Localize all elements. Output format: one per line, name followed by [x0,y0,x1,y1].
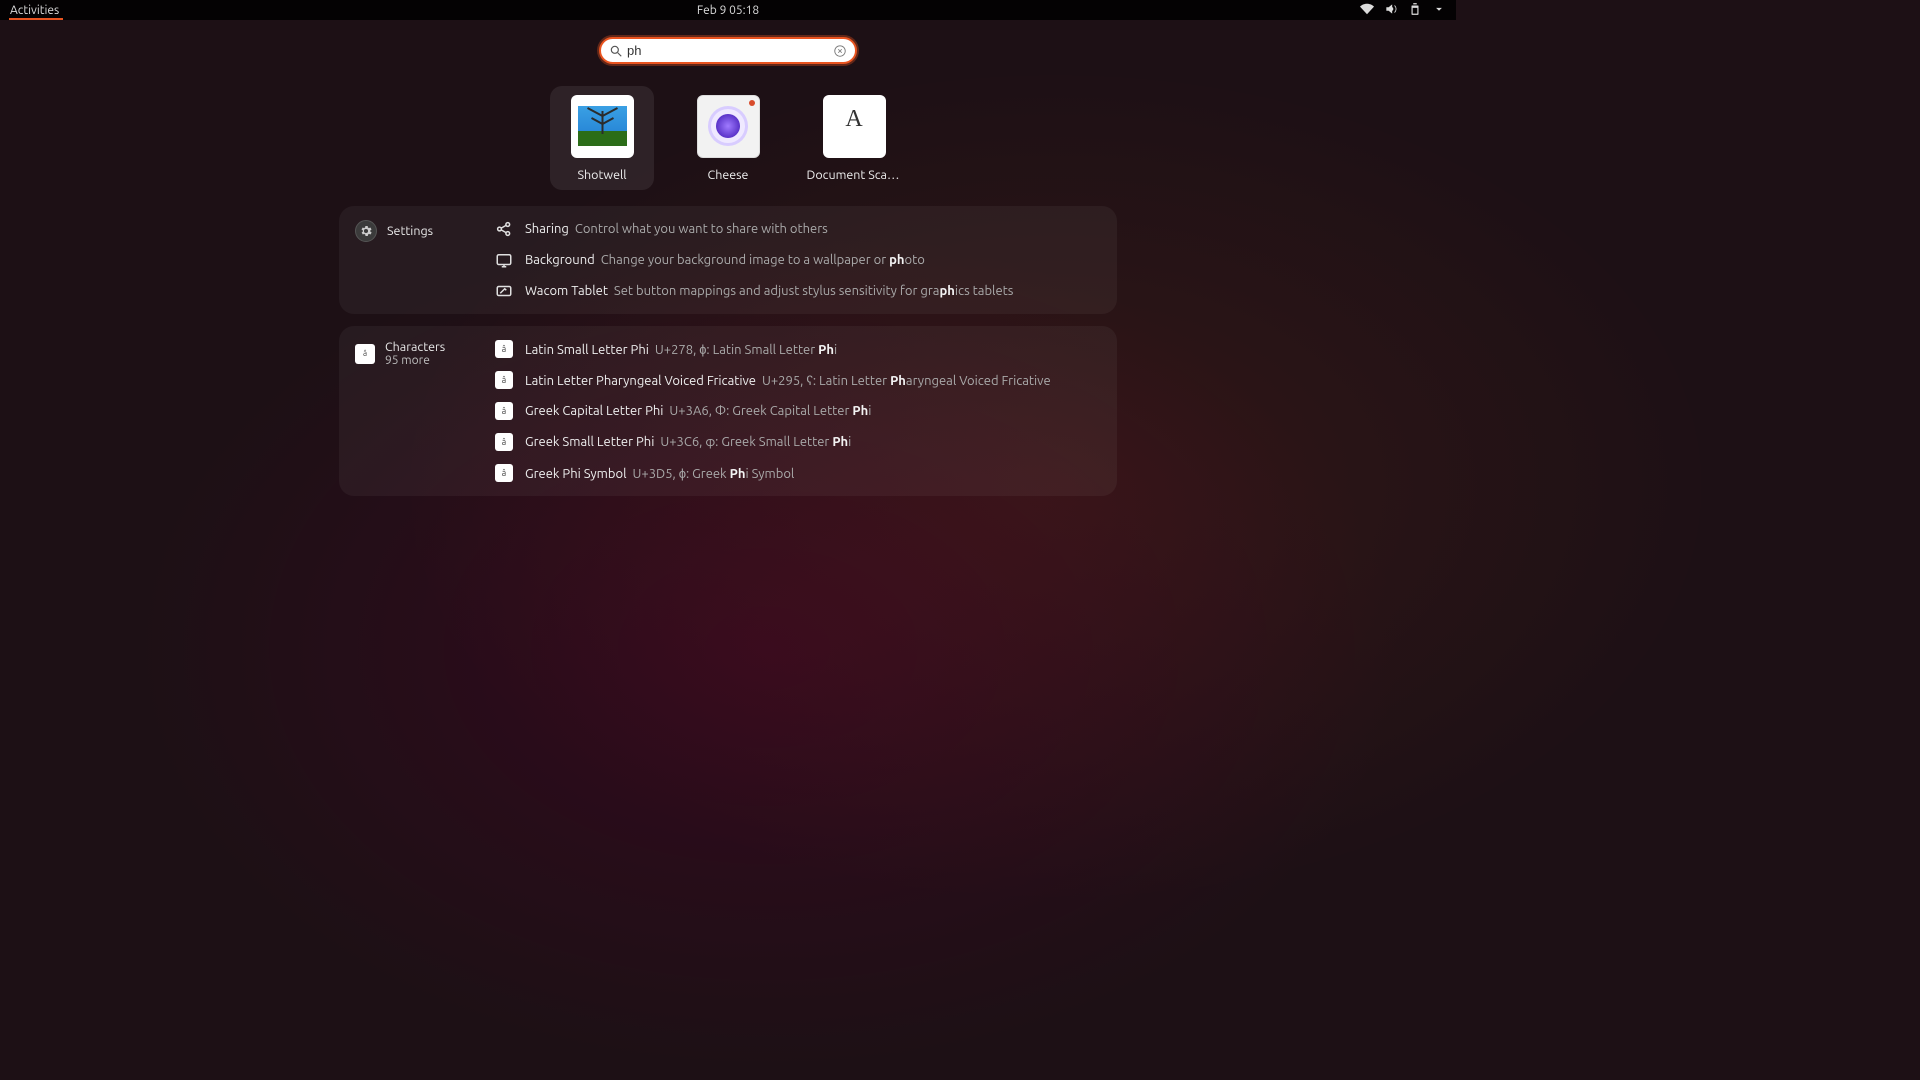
settings-icon [355,220,377,242]
clear-search-icon[interactable] [833,44,847,58]
clock[interactable]: Feb 9 05:18 [697,4,759,17]
provider-label: Characters [385,340,445,354]
app-shotwell[interactable]: Shotwell [550,86,654,190]
character-glyph-icon [495,433,513,451]
app-label: Document Scan… [807,168,902,182]
share-icon [495,220,513,238]
settings-wacom-result[interactable]: Wacom Tablet Set button mappings and adj… [495,282,1099,300]
character-glyph-icon [495,402,513,420]
character-result[interactable]: Greek Small Letter Phi U+3C6, φ: Greek S… [495,433,1099,451]
result-title: Latin Small Letter Phi [525,343,649,357]
volume-icon[interactable] [1384,2,1398,19]
system-menu-caret-icon[interactable] [1432,2,1446,19]
settings-results-card: Settings Sharing Control what you want t… [339,206,1117,314]
characters-results-card: â Characters 95 more Latin Small Letter … [339,326,1117,496]
provider-sublabel: 95 more [385,354,445,367]
result-title: Greek Small Letter Phi [525,435,654,449]
provider-label: Settings [387,224,433,238]
app-label: Cheese [708,168,749,182]
character-result[interactable]: Greek Capital Letter Phi U+3A6, Φ: Greek… [495,402,1099,420]
app-label: Shotwell [577,168,626,182]
settings-background-result[interactable]: Background Change your background image … [495,251,1099,269]
result-title: Greek Phi Symbol [525,467,627,481]
activities-underline [9,18,63,20]
result-title: Greek Capital Letter Phi [525,404,663,418]
character-glyph-icon [495,340,513,358]
document-scanner-icon: A [823,95,886,158]
shotwell-icon [571,95,634,158]
character-result[interactable]: Greek Phi Symbol U+3D5, ϕ: Greek Phi Sym… [495,464,1099,482]
settings-sharing-result[interactable]: Sharing Control what you want to share w… [495,220,1099,238]
character-result[interactable]: Latin Letter Pharyngeal Voiced Fricative… [495,371,1099,389]
background-icon [495,251,513,269]
activities-button[interactable]: Activities [6,2,63,19]
cheese-icon [697,95,760,158]
characters-icon: â [355,344,375,364]
network-icon[interactable] [1360,2,1374,19]
result-title: Wacom Tablet [525,284,608,298]
battery-icon[interactable] [1408,2,1422,19]
app-cheese[interactable]: Cheese [676,86,780,190]
wacom-icon [495,282,513,300]
character-result[interactable]: Latin Small Letter Phi U+278, ɸ: Latin S… [495,340,1099,358]
search-box[interactable] [599,37,857,64]
result-title: Latin Letter Pharyngeal Voiced Fricative [525,374,756,388]
application-results: Shotwell Cheese A Document Scan… [0,86,1456,190]
app-document-scanner[interactable]: A Document Scan… [802,86,906,190]
search-input[interactable] [623,43,833,58]
character-glyph-icon [495,464,513,482]
character-glyph-icon [495,371,513,389]
settings-provider[interactable]: Settings [355,220,433,242]
result-title: Sharing [525,222,569,236]
result-title: Background [525,253,595,267]
characters-provider[interactable]: â Characters 95 more [355,340,445,367]
top-bar: Activities Feb 9 05:18 [0,0,1456,20]
search-icon [609,44,623,58]
